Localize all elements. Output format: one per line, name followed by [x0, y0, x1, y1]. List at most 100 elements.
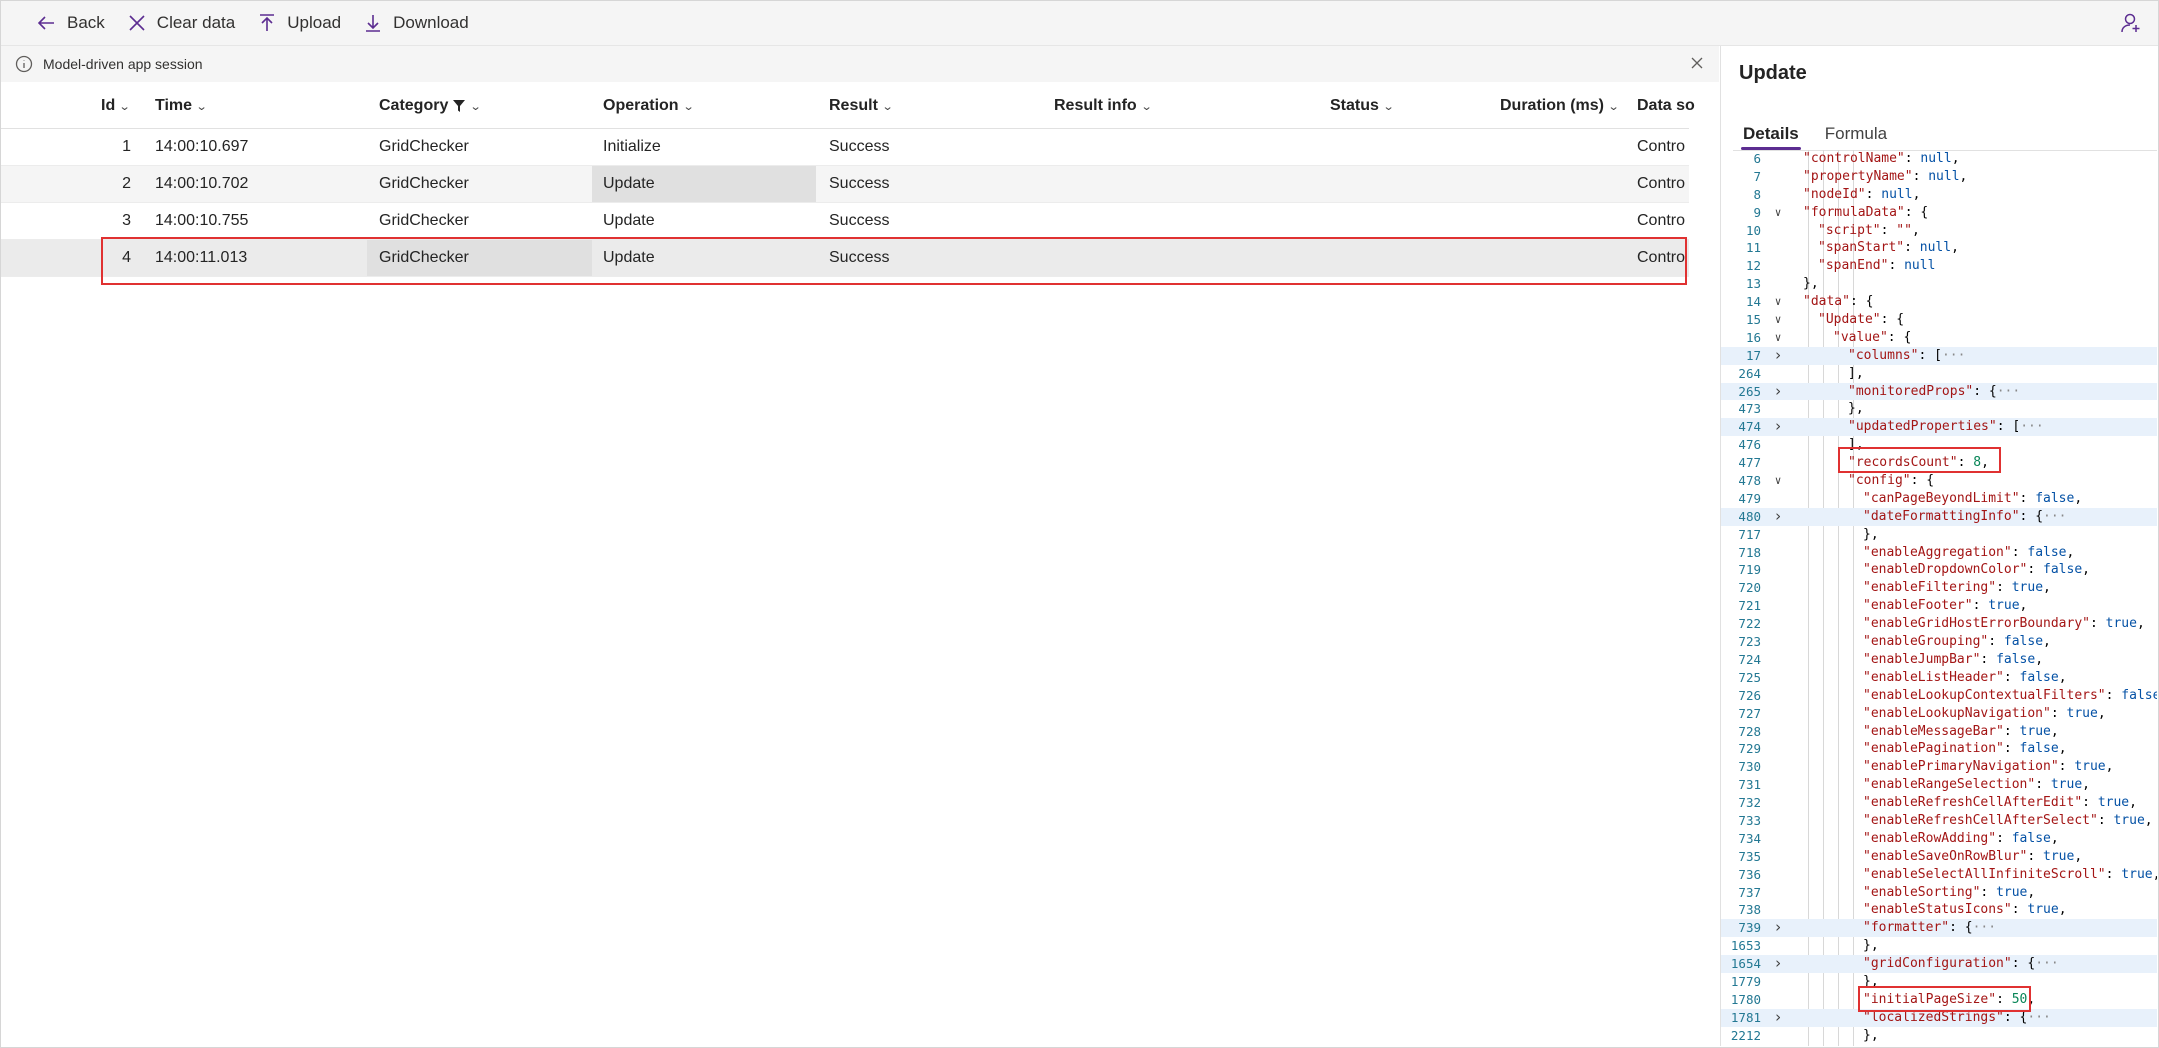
json-key: "recordsCount": [1848, 455, 1958, 471]
code-text: "enableLookupNavigation": true,: [1863, 705, 2106, 723]
table-row[interactable]: 2 14:00:10.702 GridChecker Update Succes…: [1, 166, 1689, 203]
code-line: 1781 › "localizedStrings": {···: [1721, 1008, 2157, 1027]
code-text: ],: [1848, 365, 1864, 383]
json-key: "enableRefreshCellAfterSelect": [1863, 812, 2098, 828]
line-number: 737: [1738, 884, 1761, 900]
line-number: 476: [1738, 437, 1761, 453]
header-label: Data so: [1637, 97, 1695, 114]
cell-result: Success: [829, 138, 890, 155]
back-button[interactable]: Back: [25, 1, 115, 45]
json-value: : false,: [2003, 741, 2067, 757]
code-line: 734 "enableRowAdding": false,: [1721, 830, 2157, 848]
line-number: 738: [1738, 902, 1761, 918]
fold-collapsed-icon[interactable]: ›: [1771, 918, 1785, 937]
json-key: "enableSorting": [1863, 884, 1981, 900]
column-header-result-info[interactable]: Result info ⌄: [1054, 84, 1152, 128]
fold-collapsed-icon[interactable]: ›: [1771, 346, 1785, 365]
json-key: "gridConfiguration": [1863, 956, 2012, 972]
table-row-selected[interactable]: 4 14:00:11.013 GridChecker Update Succes…: [1, 240, 1689, 277]
cell-data-source: Contro: [1637, 249, 1686, 266]
code-line: 735 "enableSaveOnRowBlur": true,: [1721, 848, 2157, 866]
column-header-duration[interactable]: Duration (ms) ⌄: [1500, 84, 1620, 128]
column-header-result[interactable]: Result ⌄: [829, 84, 894, 128]
cell-result: Success: [829, 212, 890, 229]
table-row[interactable]: 3 14:00:10.755 GridChecker Update Succes…: [1, 203, 1689, 240]
fold-expanded-icon[interactable]: ∨: [1771, 329, 1785, 347]
column-header-data-source[interactable]: Data so: [1637, 84, 1695, 128]
header-label: Result: [829, 97, 878, 114]
fold-collapsed-icon[interactable]: ›: [1771, 417, 1785, 436]
fold-expanded-icon[interactable]: ∨: [1771, 293, 1785, 311]
json-editor[interactable]: 6 "controlName": null, 7 "propertyName": nu…: [1721, 150, 2157, 1046]
code-line: 479 "canPageBeyondLimit": false,: [1721, 490, 2157, 508]
fold-expanded-icon[interactable]: ∨: [1771, 311, 1785, 329]
code-text: "enableJumpBar": false,: [1863, 651, 2043, 669]
code-text: "enableFooter": true,: [1863, 597, 2027, 615]
header-label: Category: [379, 97, 449, 114]
json-value: : 8,: [1957, 455, 1989, 471]
line-number: 1780: [1730, 991, 1761, 1007]
code-text: "enableFiltering": true,: [1863, 579, 2051, 597]
code-line: 1654 › "gridConfiguration": {···: [1721, 954, 2157, 973]
column-header-id[interactable]: Id ⌄: [101, 84, 131, 128]
code-text: "enableSorting": true,: [1863, 884, 2035, 902]
json-value: : 50,: [1996, 991, 2036, 1007]
fold-collapsed-icon[interactable]: ›: [1771, 507, 1785, 526]
json-key: "dateFormattingInfo": [1863, 508, 2020, 524]
close-session-icon[interactable]: [1689, 55, 1707, 73]
json-key: "monitoredProps": [1848, 383, 1974, 399]
column-header-category[interactable]: Category ⌄: [379, 84, 482, 128]
table-row[interactable]: 1 14:00:10.697 GridChecker Initialize Su…: [1, 129, 1689, 166]
code-text: "data": {: [1803, 293, 1873, 311]
cell-id: 3: [122, 212, 131, 229]
upload-button[interactable]: Upload: [245, 1, 351, 45]
session-label: Model-driven app session: [43, 56, 203, 72]
code-text: "enableRefreshCellAfterSelect": true,: [1863, 812, 2153, 830]
code-line: 473},: [1721, 400, 2157, 418]
json-key: "enableGridHostErrorBoundary": [1863, 616, 2090, 632]
cell-data-source: Contro: [1637, 138, 1686, 155]
json-key: "Update": [1818, 312, 1881, 328]
json-key: "enablePrimaryNavigation": [1863, 759, 2059, 775]
code-line: 16 ∨ "value": {: [1721, 329, 2157, 347]
code-text: "dateFormattingInfo": {···: [1863, 508, 2067, 526]
json-value: : {: [1904, 204, 1929, 220]
json-key: "script": [1818, 222, 1881, 238]
fold-expanded-icon[interactable]: ∨: [1771, 204, 1785, 222]
code-text: "config": {: [1848, 472, 1934, 490]
json-value: : {···: [2019, 508, 2067, 524]
code-line: 13},: [1721, 275, 2157, 293]
line-number: 14: [1745, 294, 1761, 310]
json-value: },: [1863, 973, 1879, 989]
json-value: : false,: [2105, 687, 2157, 703]
line-number: 474: [1738, 419, 1761, 435]
cell-category: GridChecker: [379, 138, 469, 155]
line-number: 727: [1738, 705, 1761, 721]
user-icon[interactable]: [2120, 12, 2142, 34]
json-value: : {···: [2003, 1009, 2051, 1025]
clear-data-button[interactable]: Clear data: [115, 1, 245, 45]
code-line: 725 "enableListHeader": false,: [1721, 669, 2157, 687]
column-header-status[interactable]: Status ⌄: [1330, 84, 1395, 128]
fold-collapsed-icon[interactable]: ›: [1771, 954, 1785, 973]
code-text: "enableMessageBar": true,: [1863, 723, 2059, 741]
fold-collapsed-icon[interactable]: ›: [1771, 1008, 1785, 1027]
json-value: : false,: [2011, 544, 2075, 560]
fold-expanded-icon[interactable]: ∨: [1771, 472, 1785, 490]
line-number: 730: [1738, 759, 1761, 775]
cell-category: GridChecker: [379, 175, 469, 192]
column-header-operation[interactable]: Operation ⌄: [603, 84, 694, 128]
code-line: 731 "enableRangeSelection": true,: [1721, 776, 2157, 794]
json-value: : false,: [2019, 490, 2083, 506]
code-line: 726 "enableLookupContextualFilters": fals…: [1721, 687, 2157, 705]
code-text: "updatedProperties": [···: [1848, 418, 2044, 436]
fold-collapsed-icon[interactable]: ›: [1771, 382, 1785, 401]
upload-icon: [255, 11, 279, 35]
json-value: : {: [1910, 473, 1935, 489]
code-line: 730 "enablePrimaryNavigation": true,: [1721, 758, 2157, 776]
filter-icon: [453, 100, 466, 112]
code-text: "propertyName": null,: [1803, 168, 1967, 186]
download-button[interactable]: Download: [351, 1, 479, 45]
code-line: 11 "spanStart": null,: [1721, 239, 2157, 257]
column-header-time[interactable]: Time ⌄: [155, 84, 208, 128]
